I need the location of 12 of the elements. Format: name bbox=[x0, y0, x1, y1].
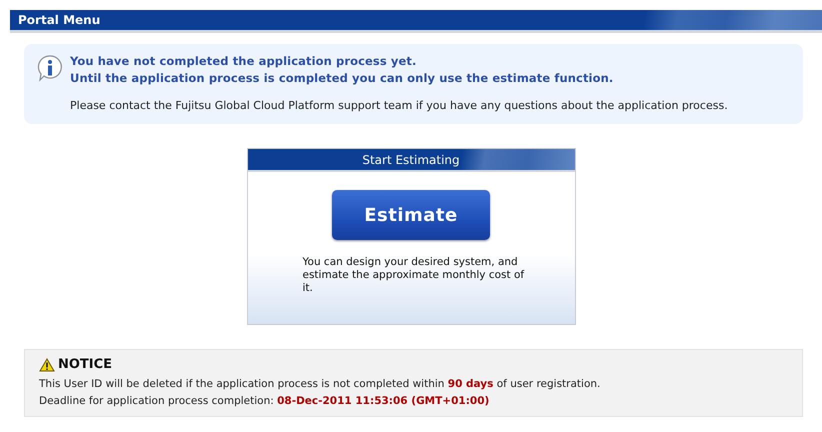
warning-icon bbox=[39, 358, 55, 372]
card-title: Start Estimating bbox=[248, 149, 574, 172]
info-icon bbox=[36, 54, 64, 82]
header-title: Portal Menu bbox=[18, 13, 100, 27]
info-message: You have not completed the application process yet. bbox=[70, 54, 418, 68]
notice-text: Deadline for application process completion: 08-Dec-2011 11:53:06 (GMT+01:00) bbox=[39, 394, 490, 409]
card-description: You can design your desired system, and estimate the approximate monthly cost of it. bbox=[302, 256, 524, 295]
estimate-button[interactable]: Estimate bbox=[332, 190, 490, 240]
info-message: Until the application process is completed you can only use the estimate function. bbox=[70, 71, 614, 85]
info-note: Please contact the Fujitsu Global Cloud Platform support team if you have any questions about the application process. bbox=[70, 99, 729, 112]
notice-text: This User ID will be deleted if the application process is not completed within 90 days of user registration. bbox=[39, 377, 602, 392]
notice-title: NOTICE bbox=[58, 357, 112, 372]
